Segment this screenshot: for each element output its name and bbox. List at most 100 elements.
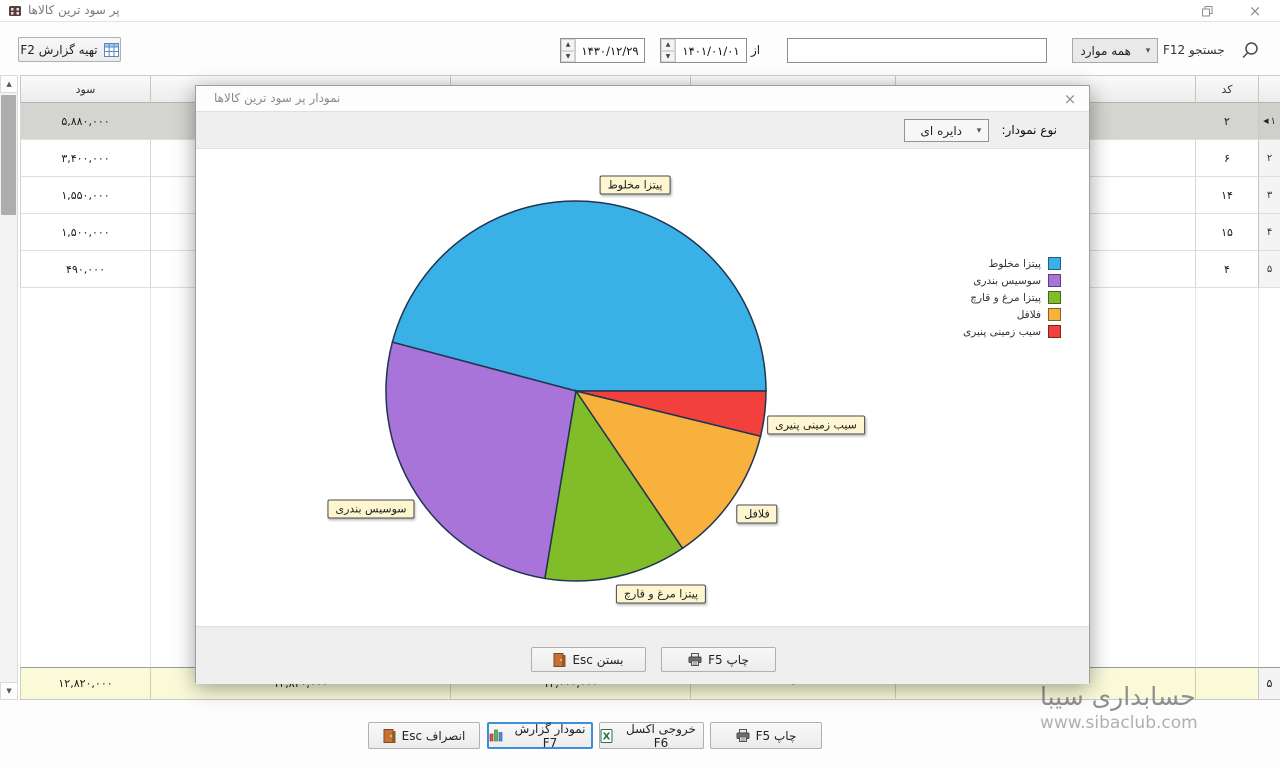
- from-label: از: [751, 43, 760, 57]
- search-input[interactable]: [787, 38, 1047, 63]
- print-button[interactable]: چاپ F5: [710, 722, 822, 749]
- top-toolbar: تهیه گزارش F2 جستجو F12 ▾ همه موارد از ▲…: [0, 22, 1280, 75]
- rownum-cell: ۱◀: [1258, 103, 1280, 140]
- excel-export-button[interactable]: X خروجی اکسل F6: [599, 722, 704, 749]
- code-cell: ۱۵: [1195, 214, 1258, 251]
- door-icon: [383, 729, 396, 743]
- chart-legend: پیتزا مخلوط سوسیس بندری پیتزا مرغ و قارچ…: [963, 257, 1061, 338]
- legend-swatch: [1048, 325, 1061, 338]
- scrollbar-thumb[interactable]: [1, 95, 16, 215]
- close-icon[interactable]: ×: [1240, 2, 1270, 20]
- legend-label: سیب زمینی پنیری: [963, 326, 1041, 338]
- summary-profit: ۱۲,۸۲۰,۰۰۰: [20, 667, 150, 700]
- excel-icon: X: [600, 729, 613, 743]
- slice-label: سوسیس بندری: [327, 500, 414, 519]
- filter-dropdown-value: همه موارد: [1073, 44, 1139, 58]
- chart-type-bar: نوع نمودار: ▾ دایره ای: [196, 112, 1089, 149]
- restore-icon[interactable]: [1192, 2, 1222, 20]
- header-code[interactable]: کد: [1195, 75, 1258, 103]
- rownum-cell: ۲: [1258, 140, 1280, 177]
- search-icon[interactable]: [1240, 40, 1260, 60]
- pie-chart-area: پیتزا مخلوط سوسیس بندری پیتزا مرغ و قارچ…: [196, 149, 1089, 626]
- slice-label: پیتزا مخلوط: [600, 176, 671, 195]
- window-titlebar: پر سود ترین کالاها ×: [0, 0, 1280, 22]
- prepare-report-button[interactable]: تهیه گزارش F2: [18, 37, 121, 62]
- printer-icon: [688, 653, 702, 666]
- dialog-titlebar: نمودار پر سود ترین کالاها ×: [196, 86, 1089, 112]
- legend-swatch: [1048, 291, 1061, 304]
- profit-cell: ۳,۴۰۰,۰۰۰: [20, 140, 150, 177]
- prepare-report-label: تهیه گزارش F2: [20, 43, 97, 57]
- dialog-print-label: چاپ F5: [708, 653, 749, 667]
- legend-item: سیب زمینی پنیری: [963, 325, 1061, 338]
- spinner-down-icon[interactable]: ▼: [561, 51, 575, 63]
- chart-type-value: دایره ای: [905, 124, 970, 138]
- code-cell: ۴: [1195, 251, 1258, 288]
- chart-type-label: نوع نمودار:: [1001, 123, 1057, 137]
- to-date-spinner[interactable]: ▲▼: [561, 39, 576, 62]
- code-cell: ۱۴: [1195, 177, 1258, 214]
- to-date-field[interactable]: ▲▼ ۱۴۳۰/۱۲/۲۹: [560, 38, 645, 63]
- legend-label: سوسیس بندری: [973, 275, 1041, 287]
- from-date-spinner[interactable]: ▲▼: [661, 39, 676, 62]
- profit-cell: ۱,۵۰۰,۰۰۰: [20, 214, 150, 251]
- rownum-cell: ۳: [1258, 177, 1280, 214]
- dialog-close-label: بستن Esc: [572, 653, 623, 667]
- dialog-close-button[interactable]: بستن Esc: [531, 647, 646, 672]
- slice-label: سیب زمینی پنیری: [767, 416, 865, 435]
- selected-row-marker-icon: ◀: [1263, 117, 1268, 125]
- door-icon: [553, 653, 566, 667]
- dialog-title: نمودار پر سود ترین کالاها: [214, 91, 340, 105]
- print-label: چاپ F5: [756, 729, 797, 743]
- dialog-close-icon[interactable]: ×: [1059, 88, 1081, 110]
- report-chart-button[interactable]: نمودار گزارش F7: [487, 722, 593, 749]
- legend-swatch: [1048, 257, 1061, 270]
- legend-label: پیتزا مرغ و قارچ: [970, 292, 1041, 304]
- report-grid-icon: [104, 43, 119, 57]
- watermark-brand: حسابداری سیبا: [1040, 682, 1265, 711]
- pie-chart: [196, 149, 1089, 626]
- search-label: جستجو F12: [1163, 43, 1239, 57]
- chart-dialog: نمودار پر سود ترین کالاها × نوع نمودار: …: [195, 85, 1090, 683]
- printer-icon: [736, 729, 750, 742]
- profit-cell: ۱,۵۵۰,۰۰۰: [20, 177, 150, 214]
- dialog-footer: بستن Esc چاپ F5: [196, 626, 1089, 684]
- chart-type-dropdown[interactable]: ▾ دایره ای: [904, 119, 989, 142]
- app-icon: [8, 4, 22, 18]
- spinner-up-icon[interactable]: ▲: [661, 39, 675, 51]
- legend-label: پیتزا مخلوط: [989, 258, 1041, 270]
- header-profit[interactable]: سود: [20, 75, 150, 103]
- excel-export-label: خروجی اکسل F6: [619, 722, 703, 750]
- rownum-cell: ۴: [1258, 214, 1280, 251]
- filter-dropdown[interactable]: ▾ همه موارد: [1072, 38, 1158, 63]
- vertical-scrollbar[interactable]: ▲ ▼: [0, 75, 18, 700]
- legend-item: پیتزا مخلوط: [963, 257, 1061, 270]
- slice-label: فلافل: [736, 505, 777, 524]
- to-date-value: ۱۴۳۰/۱۲/۲۹: [576, 39, 644, 62]
- grid-line: [1258, 288, 1259, 667]
- watermark: حسابداری سیبا www.sibaclub.com: [1040, 682, 1265, 733]
- code-cell: ۶: [1195, 140, 1258, 177]
- rownum-cell: ۵: [1258, 251, 1280, 288]
- report-chart-label: نمودار گزارش F7: [509, 722, 591, 750]
- cancel-label: انصراف Esc: [402, 729, 466, 743]
- legend-swatch: [1048, 274, 1061, 287]
- legend-item: فلافل: [963, 308, 1061, 321]
- spinner-up-icon[interactable]: ▲: [561, 39, 575, 51]
- grid-line: [1195, 288, 1196, 667]
- code-cell: ۲: [1195, 103, 1258, 140]
- spinner-down-icon[interactable]: ▼: [661, 51, 675, 63]
- scroll-up-icon[interactable]: ▲: [0, 75, 18, 93]
- watermark-url: www.sibaclub.com: [1040, 713, 1265, 733]
- cancel-button[interactable]: انصراف Esc: [368, 722, 480, 749]
- scroll-down-icon[interactable]: ▼: [0, 682, 18, 700]
- chevron-down-icon: ▾: [1139, 46, 1157, 56]
- dialog-print-button[interactable]: چاپ F5: [661, 647, 776, 672]
- profit-cell: ۴۹۰,۰۰۰: [20, 251, 150, 288]
- from-date-field[interactable]: ▲▼ ۱۴۰۱/۰۱/۰۱: [660, 38, 747, 63]
- profit-cell: ۵,۸۸۰,۰۰۰: [20, 103, 150, 140]
- legend-label: فلافل: [1017, 309, 1041, 321]
- svg-text:X: X: [603, 731, 611, 742]
- bar-chart-icon: [489, 729, 503, 742]
- slice-label: پیتزا مرغ و قارچ: [616, 585, 706, 604]
